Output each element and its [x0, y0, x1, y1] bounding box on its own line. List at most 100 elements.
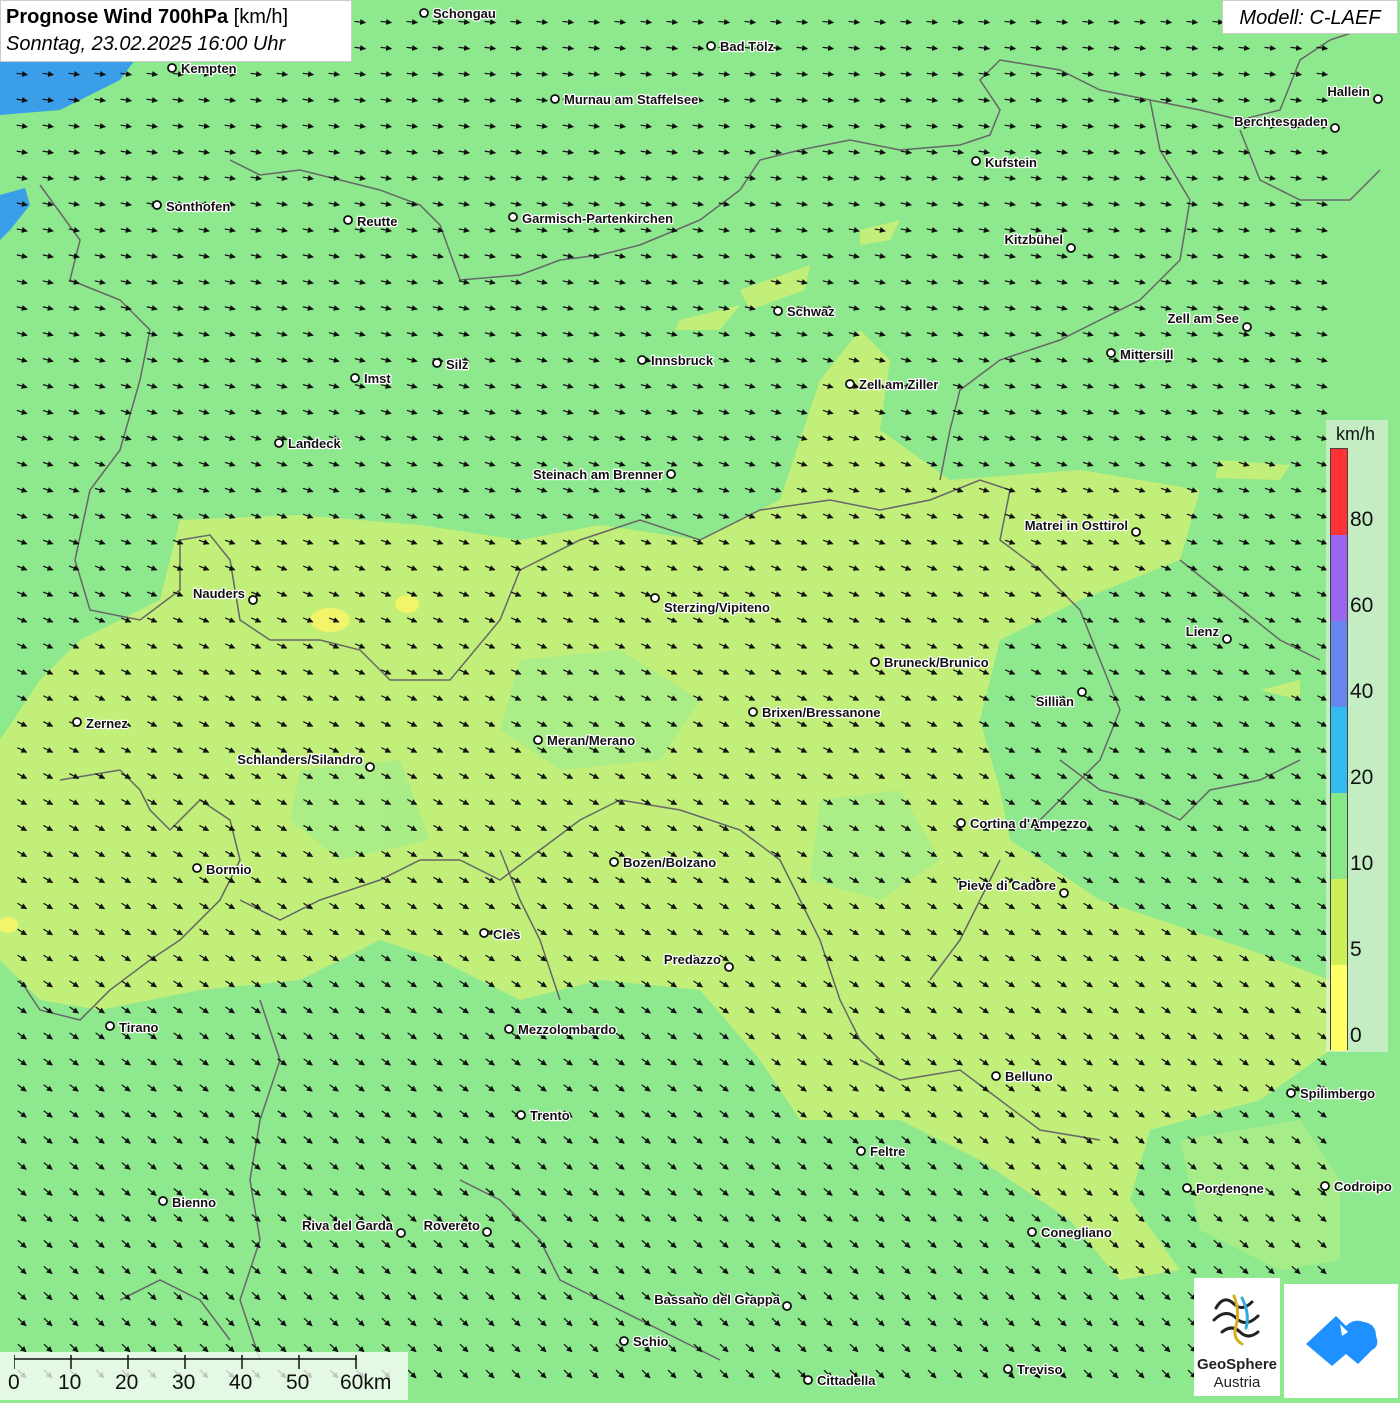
city-marker-icon[interactable]: [1059, 888, 1069, 898]
city-marker-icon[interactable]: [1320, 1181, 1330, 1191]
city-marker-icon[interactable]: [72, 717, 82, 727]
city-label: Sterzing/Vipiteno: [664, 600, 770, 615]
scale-label: 20: [115, 1371, 139, 1394]
city-marker-icon[interactable]: [650, 593, 660, 603]
city-label: Bassano del Grappa: [654, 1292, 780, 1307]
city-label: Kitzbühel: [1005, 232, 1064, 247]
city-label: Murnau am Staffelsee: [564, 92, 698, 107]
city-label: Brixen/Bressanone: [762, 705, 881, 720]
city-label: Bormio: [206, 862, 252, 877]
city-marker-icon[interactable]: [432, 358, 442, 368]
city-marker-icon[interactable]: [1106, 348, 1116, 358]
city-label: Bienno: [172, 1195, 216, 1210]
city-marker-icon[interactable]: [504, 1024, 514, 1034]
city-marker-icon[interactable]: [870, 657, 880, 667]
city-marker-icon[interactable]: [1027, 1227, 1037, 1237]
city-marker-icon[interactable]: [343, 215, 353, 225]
city-marker-icon[interactable]: [396, 1228, 406, 1238]
city-label: Tirano: [119, 1020, 159, 1035]
city-label: Schlanders/Silandro: [237, 752, 363, 767]
legend-segment-40: [1331, 621, 1347, 707]
city-marker-icon[interactable]: [609, 857, 619, 867]
city-marker-icon[interactable]: [991, 1071, 1001, 1081]
city-marker-icon[interactable]: [533, 735, 543, 745]
scale-label: 0: [8, 1371, 20, 1394]
city-label: Rovereto: [424, 1218, 480, 1233]
city-label: Zernez: [86, 716, 128, 731]
city-marker-icon[interactable]: [1242, 322, 1252, 332]
scale-label: 50: [286, 1371, 310, 1394]
city-label: Schwaz: [787, 304, 835, 319]
weather-app-logo[interactable]: [1284, 1284, 1398, 1398]
city-marker-icon[interactable]: [167, 63, 177, 73]
city-marker-icon[interactable]: [248, 595, 258, 605]
city-marker-icon[interactable]: [803, 1375, 813, 1385]
city-label: Zell am See: [1167, 311, 1239, 326]
city-marker-icon[interactable]: [773, 306, 783, 316]
city-label: Nauders: [193, 586, 245, 601]
forecast-datetime: Sonntag, 23.02.2025 16:00 Uhr: [6, 33, 286, 55]
city-marker-icon[interactable]: [1003, 1364, 1013, 1374]
city-marker-icon[interactable]: [748, 707, 758, 717]
city-label: Berchtesgaden: [1234, 114, 1328, 129]
city-marker-icon[interactable]: [419, 8, 429, 18]
city-marker-icon[interactable]: [1330, 123, 1340, 133]
city-label: Bad Tölz: [720, 39, 775, 54]
city-label: Cles: [493, 927, 520, 942]
city-marker-icon[interactable]: [479, 928, 489, 938]
city-marker-icon[interactable]: [1373, 94, 1383, 104]
city-marker-icon[interactable]: [550, 94, 560, 104]
city-marker-icon[interactable]: [637, 355, 647, 365]
city-marker-icon[interactable]: [782, 1301, 792, 1311]
city-marker-icon[interactable]: [274, 438, 284, 448]
legend-tick: 5: [1350, 938, 1362, 961]
city-label: Hallein: [1327, 84, 1370, 99]
legend-segment-10: [1331, 793, 1347, 879]
city-marker-icon[interactable]: [1077, 687, 1087, 697]
city-label: Kufstein: [985, 155, 1037, 170]
legend-segment-60: [1331, 535, 1347, 621]
legend-tick: 40: [1350, 680, 1374, 703]
city-marker-icon[interactable]: [1131, 527, 1141, 537]
city-marker-icon[interactable]: [482, 1227, 492, 1237]
city-label: Cortina d'Ampezzo: [970, 816, 1087, 831]
wind-map: Schongau Bad Tölz Kempten Murnau am Staffel…: [0, 0, 1400, 1400]
city-marker-icon[interactable]: [516, 1110, 526, 1120]
city-label: Lienz: [1186, 624, 1220, 639]
legend-segment-5: [1331, 879, 1347, 965]
legend-tick: 60: [1350, 594, 1374, 617]
city-label: Codroipo: [1334, 1179, 1392, 1194]
scale-label: 10: [58, 1371, 82, 1394]
city-marker-icon[interactable]: [508, 212, 518, 222]
city-marker-icon[interactable]: [1182, 1183, 1192, 1193]
city-label: Schio: [633, 1334, 668, 1349]
city-marker-icon[interactable]: [956, 818, 966, 828]
city-marker-icon[interactable]: [666, 469, 676, 479]
city-marker-icon[interactable]: [365, 762, 375, 772]
city-marker-icon[interactable]: [152, 200, 162, 210]
legend-segment-0: [1331, 965, 1347, 1051]
city-marker-icon[interactable]: [158, 1196, 168, 1206]
city-marker-icon[interactable]: [706, 41, 716, 51]
geosphere-logo[interactable]: GeoSphere Austria: [1194, 1278, 1280, 1396]
city-marker-icon[interactable]: [1066, 243, 1076, 253]
city-label: Imst: [364, 371, 391, 386]
city-label: Riva del Garda: [302, 1218, 394, 1233]
city-marker-icon[interactable]: [105, 1021, 115, 1031]
city-label: Reutte: [357, 214, 397, 229]
city-marker-icon[interactable]: [845, 379, 855, 389]
city-label: Silz: [446, 357, 469, 372]
city-marker-icon[interactable]: [350, 373, 360, 383]
city-marker-icon[interactable]: [1286, 1088, 1296, 1098]
scale-label: 40: [229, 1371, 253, 1394]
city-marker-icon[interactable]: [1222, 634, 1232, 644]
city-marker-icon[interactable]: [192, 863, 202, 873]
city-marker-icon[interactable]: [619, 1336, 629, 1346]
city-marker-icon[interactable]: [724, 962, 734, 972]
city-label: Sonthofen: [166, 199, 230, 214]
city-marker-icon[interactable]: [856, 1146, 866, 1156]
city-marker-icon[interactable]: [971, 156, 981, 166]
logo-text-line2: Austria: [1213, 1374, 1261, 1391]
city-label: Garmisch-Partenkirchen: [522, 211, 673, 226]
city-label: Bruneck/Brunico: [884, 655, 989, 670]
